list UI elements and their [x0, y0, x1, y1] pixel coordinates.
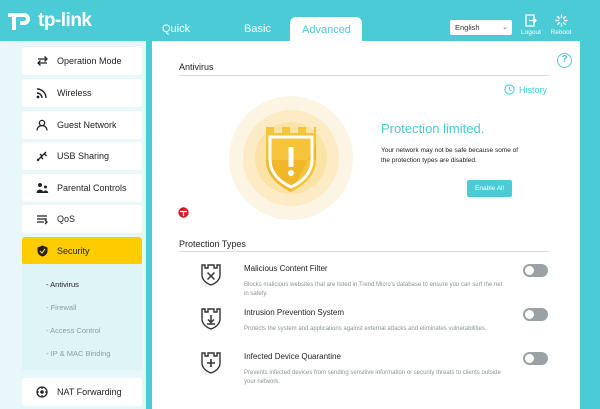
toggle-knob	[525, 354, 534, 363]
usb-icon	[35, 149, 49, 163]
section-title-protection-types: Protection Types	[179, 239, 246, 249]
sidebar-item-nat-forwarding[interactable]: NAT Forwarding	[22, 378, 142, 406]
sidebar-item-label: QoS	[57, 214, 76, 224]
sidebar-item-label: Guest Network	[57, 120, 117, 130]
tp-link-logo: tp-link	[8, 6, 118, 36]
sidebar-item-label: NAT Forwarding	[57, 387, 122, 397]
parental-controls-icon	[35, 181, 49, 195]
shield-icon	[35, 244, 49, 258]
malicious-content-filter-toggle[interactable]	[523, 264, 548, 277]
protection-type-description: Prevents infected devices from sending s…	[244, 370, 501, 385]
submenu-item-access-control[interactable]: - Access Control	[46, 326, 101, 335]
sidebar-item-operation-mode[interactable]: Operation Mode	[22, 47, 142, 75]
sidebar-item-label: USB Sharing	[57, 151, 110, 161]
reboot-button[interactable]: Reboot	[548, 14, 574, 36]
main-nav: Quick Setup Basic Advanced	[150, 16, 362, 61]
logout-label: Logout	[521, 29, 541, 36]
trend-micro-logo	[178, 207, 189, 218]
protection-type-row: Infected Device Quarantine Prevents infe…	[200, 352, 560, 392]
sidebar-item-label: Operation Mode	[57, 56, 122, 66]
brand-name: tp-link	[38, 10, 92, 31]
toggle-knob	[525, 266, 534, 275]
chevron-down-icon: ⌄	[502, 24, 508, 31]
history-label: History	[519, 84, 548, 95]
tab-advanced[interactable]: Advanced	[290, 17, 362, 42]
protection-type-name: Malicious Content Filter	[244, 264, 328, 273]
sidebar-item-security[interactable]: Security	[22, 237, 142, 265]
submenu-item-ip-mac-binding[interactable]: - IP & MAC Binding	[46, 349, 110, 358]
security-submenu: - Antivirus - Firewall - Access Control …	[22, 264, 142, 370]
reboot-label: Reboot	[550, 29, 572, 36]
trend-micro-icon	[178, 207, 189, 218]
toggle-knob	[525, 310, 534, 319]
protection-type-description: Blocks malicious websites that are liste…	[244, 282, 503, 297]
main-panel: ? Antivirus History Protection limited. …	[152, 41, 580, 409]
protection-type-description: Protects the system and applications aga…	[244, 326, 487, 332]
wireless-icon	[35, 86, 49, 100]
protection-type-name: Infected Device Quarantine	[244, 352, 341, 361]
sidebar-item-parental-controls[interactable]: Parental Controls	[22, 174, 142, 202]
section-title-antivirus: Antivirus	[179, 62, 214, 72]
infected-device-quarantine-icon	[200, 352, 222, 374]
tab-basic[interactable]: Basic	[232, 16, 290, 42]
intrusion-prevention-icon	[200, 308, 222, 330]
language-value: English	[455, 23, 480, 32]
tp-link-logo-mark	[8, 8, 34, 34]
tab-quick-setup[interactable]: Quick Setup	[150, 16, 232, 61]
sidebar-item-usb-sharing[interactable]: USB Sharing	[22, 142, 142, 170]
qos-icon	[35, 212, 49, 226]
protection-status-description: Your network may not be safe because som…	[381, 147, 519, 164]
operation-mode-icon	[35, 54, 49, 68]
protection-type-row: Intrusion Prevention System Protects the…	[200, 308, 560, 348]
sidebar-item-label: Parental Controls	[57, 183, 127, 193]
clock-icon	[504, 84, 515, 95]
sidebar-item-qos[interactable]: QoS	[22, 205, 142, 233]
sidebar-item-label: Wireless	[57, 88, 92, 98]
protection-status-title: Protection limited.	[381, 121, 485, 136]
protection-status-illustration	[229, 96, 353, 220]
history-link[interactable]: History	[504, 84, 547, 95]
logout-button[interactable]: Logout	[518, 14, 544, 36]
nat-forwarding-icon	[35, 385, 49, 399]
divider	[179, 251, 549, 252]
protection-type-name: Intrusion Prevention System	[244, 308, 345, 317]
help-icon[interactable]: ?	[557, 53, 572, 68]
submenu-item-firewall[interactable]: - Firewall	[46, 303, 76, 312]
malicious-content-filter-icon	[200, 264, 222, 286]
logout-icon	[518, 14, 544, 28]
guest-network-icon	[35, 118, 49, 132]
divider	[179, 75, 549, 76]
enable-all-button[interactable]: Enable All	[467, 180, 512, 197]
sidebar-item-wireless[interactable]: Wireless	[22, 79, 142, 107]
sidebar-item-label: Security	[57, 246, 90, 256]
sidebar: Operation Mode Wireless Guest Network US…	[0, 41, 146, 409]
sidebar-item-guest-network[interactable]: Guest Network	[22, 111, 142, 139]
infected-device-quarantine-toggle[interactable]	[523, 352, 548, 365]
protection-type-row: Malicious Content Filter Blocks maliciou…	[200, 264, 560, 304]
submenu-item-antivirus[interactable]: - Antivirus	[46, 280, 79, 289]
intrusion-prevention-toggle[interactable]	[523, 308, 548, 321]
language-select[interactable]: English ⌄	[450, 20, 512, 35]
reboot-icon	[548, 14, 574, 28]
